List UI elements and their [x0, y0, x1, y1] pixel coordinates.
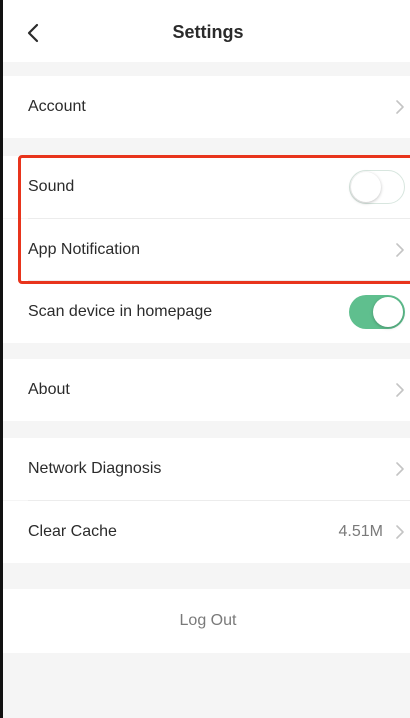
scan-device-row: Scan device in homepage — [3, 281, 410, 343]
settings-screen: Settings Account Sound App Notification … — [0, 0, 410, 718]
logout-label: Log Out — [179, 612, 237, 629]
sound-toggle[interactable] — [349, 170, 405, 204]
app-notification-row[interactable]: App Notification — [3, 219, 410, 281]
logout-button[interactable]: Log Out — [3, 589, 410, 653]
account-row[interactable]: Account — [3, 76, 410, 138]
chevron-right-icon — [396, 462, 404, 476]
toggle-knob — [351, 172, 381, 202]
chevron-right-icon — [396, 525, 404, 539]
clear-cache-row[interactable]: Clear Cache 4.51M — [3, 501, 410, 563]
chevron-right-icon — [396, 100, 404, 114]
network-diagnosis-row[interactable]: Network Diagnosis — [3, 438, 410, 500]
page-title: Settings — [172, 22, 244, 42]
app-notification-label: App Notification — [28, 241, 141, 258]
navigation-bar: Settings — [3, 0, 410, 62]
sound-row: Sound — [3, 156, 410, 218]
network-diagnosis-label: Network Diagnosis — [28, 460, 162, 477]
account-label: Account — [28, 98, 86, 115]
about-label: About — [28, 381, 70, 398]
about-row[interactable]: About — [3, 359, 410, 421]
cache-size-value: 4.51M — [338, 523, 383, 540]
scan-device-toggle[interactable] — [349, 295, 405, 329]
scan-device-label: Scan device in homepage — [28, 303, 213, 320]
sound-label: Sound — [28, 178, 75, 195]
chevron-right-icon — [396, 383, 404, 397]
toggle-knob — [373, 297, 403, 327]
chevron-right-icon — [396, 243, 404, 257]
clear-cache-label: Clear Cache — [28, 523, 117, 540]
